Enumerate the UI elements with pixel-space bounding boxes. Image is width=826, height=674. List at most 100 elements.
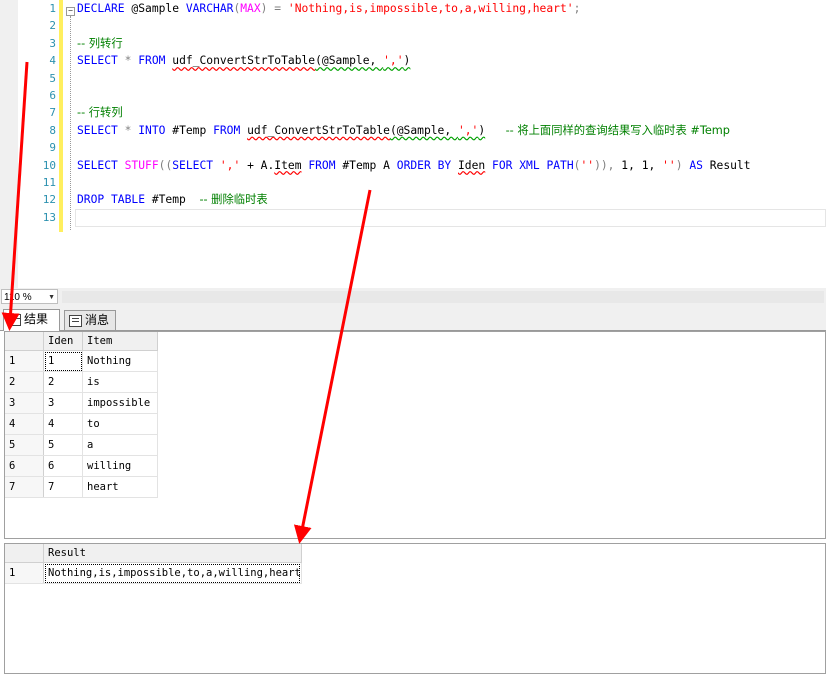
table-row[interactable]: 7 7 heart bbox=[5, 476, 158, 498]
code-line[interactable]: DROP TABLE #Temp -- 删除临时表 bbox=[77, 191, 822, 208]
row-number-cell[interactable]: 2 bbox=[5, 371, 44, 393]
line-number: 6 bbox=[49, 88, 56, 102]
table-row[interactable]: 2 2 is bbox=[5, 371, 158, 393]
code-token: ',' bbox=[457, 123, 479, 137]
table-row[interactable]: 6 6 willing bbox=[5, 455, 158, 477]
tab-results-label: 结果 bbox=[24, 312, 49, 326]
editor-status-bar: 110 % ▼ bbox=[0, 288, 826, 306]
code-token: -- 列转行 bbox=[77, 36, 123, 50]
row-number-cell[interactable]: 1 bbox=[5, 562, 44, 584]
code-token: ',' bbox=[383, 54, 404, 68]
code-token: @Sample bbox=[124, 2, 186, 15]
item-cell[interactable]: willing bbox=[82, 455, 158, 477]
code-token: SELECT bbox=[77, 54, 118, 68]
line-number: 7 bbox=[49, 106, 56, 120]
code-line[interactable]: DECLARE @Sample VARCHAR(MAX) = 'Nothing,… bbox=[77, 0, 822, 17]
tab-messages[interactable]: 消息 bbox=[64, 310, 116, 330]
editor-left-margin bbox=[0, 0, 18, 288]
horizontal-scrollbar[interactable] bbox=[62, 291, 824, 303]
line-number: 8 bbox=[49, 123, 56, 137]
item-cell[interactable]: heart bbox=[82, 476, 158, 498]
chevron-down-icon[interactable]: ▼ bbox=[48, 290, 55, 305]
grid-header-row: Iden Item bbox=[5, 332, 158, 351]
table-row[interactable]: 1 1 Nothing bbox=[5, 350, 158, 372]
result-cell[interactable]: Nothing,is,impossible,to,a,willing,heart bbox=[43, 562, 302, 584]
code-token: (@Sample, bbox=[315, 54, 384, 68]
line-number: 11 bbox=[42, 175, 56, 189]
code-token: (@Sample, bbox=[389, 123, 458, 137]
collapse-region-icon[interactable]: − bbox=[66, 7, 75, 16]
tab-results[interactable]: 结果 bbox=[3, 309, 60, 331]
outline-guide-line bbox=[70, 16, 72, 230]
row-number-cell[interactable]: 3 bbox=[5, 392, 44, 414]
item-cell[interactable]: Nothing bbox=[82, 350, 158, 372]
results-grid-1[interactable]: Iden Item 1 1 Nothing 2 2 is 3 3 impossible 4 4 to 5… bbox=[4, 331, 826, 539]
code-line[interactable]: -- 列转行 bbox=[77, 35, 822, 52]
code-token: #Temp bbox=[145, 193, 200, 207]
table-row[interactable]: 4 4 to bbox=[5, 413, 158, 435]
row-number-cell[interactable]: 7 bbox=[5, 476, 44, 498]
table-row[interactable]: 1 Nothing,is,impossible,to,a,willing,hear… bbox=[5, 562, 302, 584]
iden-cell[interactable]: 4 bbox=[43, 413, 83, 435]
code-line[interactable]: -- 行转列 bbox=[77, 104, 822, 121]
code-line[interactable] bbox=[77, 70, 822, 87]
iden-cell[interactable]: 3 bbox=[43, 392, 83, 414]
grid-corner-cell[interactable] bbox=[5, 332, 44, 351]
item-cell[interactable]: impossible bbox=[82, 392, 158, 414]
line-number: 10 bbox=[42, 158, 56, 172]
row-number-cell[interactable]: 1 bbox=[5, 350, 44, 372]
iden-cell[interactable]: 7 bbox=[43, 476, 83, 498]
column-header-item[interactable]: Item bbox=[82, 332, 158, 351]
line-number: 1 bbox=[49, 2, 56, 15]
code-token: ',' bbox=[219, 158, 241, 172]
code-token: Iden bbox=[458, 158, 486, 172]
line-number: 12 bbox=[42, 193, 56, 207]
code-token: udf_ConvertStrToTable bbox=[172, 54, 316, 68]
code-token: ) bbox=[403, 54, 411, 68]
code-line[interactable] bbox=[77, 174, 822, 191]
code-line[interactable] bbox=[77, 139, 822, 156]
row-number-cell[interactable]: 6 bbox=[5, 455, 44, 477]
iden-cell[interactable]: 5 bbox=[43, 434, 83, 456]
results-grid-2[interactable]: Result 1 Nothing,is,impossible,to,a,willi… bbox=[4, 543, 826, 674]
grid-corner-cell[interactable] bbox=[5, 544, 44, 563]
code-token: INTO bbox=[138, 123, 166, 137]
code-line[interactable] bbox=[77, 17, 822, 34]
code-token: -- 将上面同样的查询结果写入临时表 #Temp bbox=[505, 123, 730, 137]
code-token: DROP TABLE bbox=[77, 193, 146, 207]
code-line[interactable]: SELECT * INTO #Temp FROM udf_ConvertStrT… bbox=[77, 122, 822, 139]
line-number: 3 bbox=[49, 36, 56, 50]
table-row[interactable]: 3 3 impossible bbox=[5, 392, 158, 414]
code-line[interactable]: SELECT STUFF((SELECT ',' + A.Item FROM #… bbox=[77, 157, 822, 174]
code-token: -- 删除临时表 bbox=[199, 193, 268, 207]
table-row[interactable]: 55a bbox=[5, 434, 158, 456]
item-cell[interactable]: is bbox=[82, 371, 158, 393]
grid-header-row: Result bbox=[5, 544, 302, 563]
code-line[interactable] bbox=[77, 87, 822, 104]
item-cell[interactable]: a bbox=[82, 434, 158, 456]
code-text-area[interactable]: DECLARE @Sample VARCHAR(MAX) = 'Nothing,… bbox=[77, 0, 822, 226]
line-number: 4 bbox=[49, 54, 56, 68]
code-token: '' bbox=[580, 158, 595, 172]
code-token: Result bbox=[702, 158, 751, 172]
row-number-cell[interactable]: 4 bbox=[5, 413, 44, 435]
row-number-cell[interactable]: 5 bbox=[5, 434, 44, 456]
code-line[interactable]: SELECT * FROM udf_ConvertStrToTable(@Sam… bbox=[77, 52, 822, 69]
line-number: 9 bbox=[49, 141, 56, 155]
code-token: + A. bbox=[240, 158, 275, 172]
code-line[interactable] bbox=[77, 209, 822, 226]
column-header-iden[interactable]: Iden bbox=[43, 332, 83, 351]
column-header-result[interactable]: Result bbox=[43, 544, 302, 563]
zoom-level-dropdown[interactable]: 110 % ▼ bbox=[1, 289, 58, 304]
code-token: #Temp bbox=[165, 123, 214, 137]
iden-cell[interactable]: 6 bbox=[43, 455, 83, 477]
results-tab-strip: 结果 消息 bbox=[0, 306, 826, 331]
iden-cell[interactable]: 1 bbox=[43, 350, 83, 372]
iden-cell[interactable]: 2 bbox=[43, 371, 83, 393]
item-cell[interactable]: to bbox=[82, 413, 158, 435]
query-editor[interactable]: 1 2 3 4 5 6 7 8 9 10 11 12 13 − DECLARE @Sample VARC… bbox=[0, 0, 826, 288]
